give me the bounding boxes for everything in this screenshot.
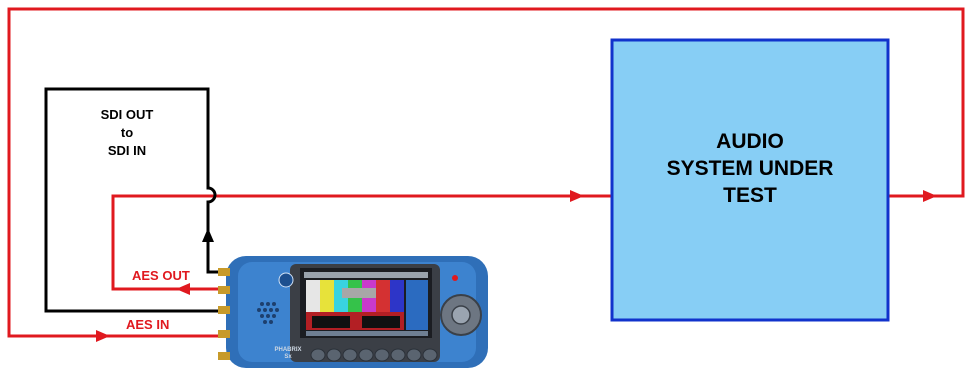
aes-out-label: AES OUT — [132, 268, 190, 283]
arrow-right-icon — [923, 190, 937, 202]
device-brand: PHABRIX Sx — [268, 347, 308, 361]
sut-label-line3: TEST — [723, 184, 777, 207]
sdi-loop-label: SDI OUT to SDI IN — [92, 106, 162, 160]
system-under-test-label: AUDIO SYSTEM UNDER TEST — [615, 128, 885, 209]
sdi-label-line2: to — [120, 125, 134, 140]
arrow-right-icon — [96, 330, 110, 342]
arrow-up-icon — [202, 228, 214, 242]
arrow-left-icon — [176, 283, 190, 295]
logo-icon — [278, 272, 294, 288]
sdi-label-line3: SDI IN — [107, 143, 147, 158]
dpad-icon — [440, 294, 482, 336]
connector — [218, 330, 230, 338]
phabrix-device — [218, 256, 488, 368]
connector — [218, 352, 230, 360]
sut-label-line1: AUDIO — [716, 130, 784, 153]
connector — [218, 268, 230, 276]
connector — [218, 286, 230, 294]
sdi-label-line1: SDI OUT — [100, 107, 154, 122]
color-bars — [306, 280, 404, 312]
connector — [218, 306, 230, 314]
sut-label-line2: SYSTEM UNDER — [666, 157, 834, 180]
brand-line1: PHABRIX — [274, 347, 302, 353]
arrow-right-icon — [570, 190, 584, 202]
aes-in-label: AES IN — [126, 317, 170, 332]
brand-line2: Sx — [284, 354, 292, 360]
status-led — [452, 275, 458, 281]
